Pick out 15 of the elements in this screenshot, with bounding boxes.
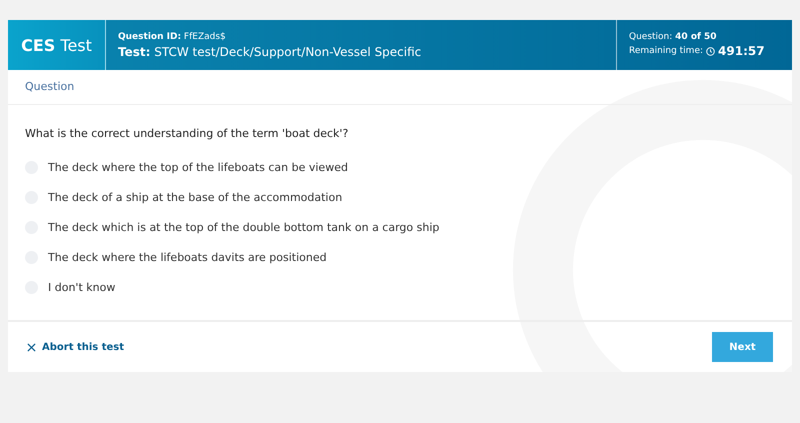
- app-logo: CES Test: [21, 36, 92, 54]
- test-path: Test: STCW test/Deck/Support/Non-Vessel Specific: [118, 44, 422, 58]
- answer-option[interactable]: The deck which is at the top of the double bottom tank on a cargo ship: [48, 220, 440, 234]
- question-id: Question ID: FfEZads$: [118, 32, 227, 42]
- abort-link[interactable]: Abort this test: [27, 342, 124, 352]
- answer-option[interactable]: I don't know: [48, 280, 116, 294]
- close-icon: [27, 342, 36, 352]
- answer-option[interactable]: The deck of a ship at the base of the accommodation: [48, 190, 342, 204]
- question-text: What is the correct understanding of the term 'boat deck'?: [25, 127, 350, 140]
- answer-option[interactable]: The deck where the lifeboats davits are positioned: [48, 250, 327, 264]
- section-title: Question: [25, 80, 74, 93]
- remaining-time: 491:57: [718, 44, 765, 58]
- remaining-label: Remaining time:: [629, 46, 704, 56]
- clock-icon: [706, 46, 716, 56]
- answer-option[interactable]: The deck where the top of the lifeboats can be viewed: [48, 160, 348, 174]
